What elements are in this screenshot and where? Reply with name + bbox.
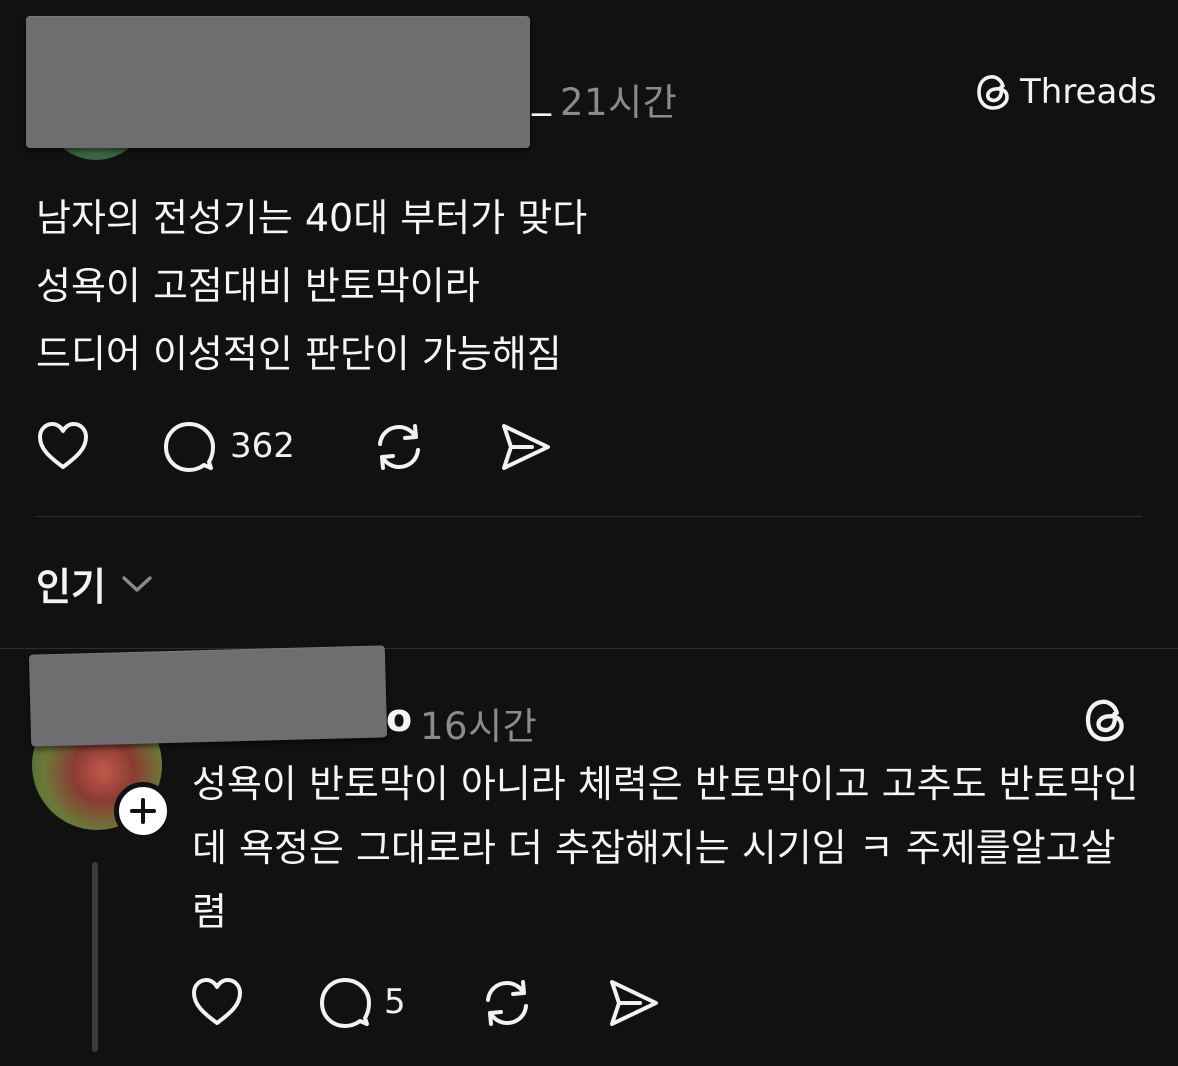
comment-button[interactable] <box>318 976 372 1030</box>
reply-count: 5 <box>384 982 406 1022</box>
comment-button[interactable] <box>162 420 216 474</box>
post-text-line: 성욕이 고점대비 반토막이라 <box>36 264 480 308</box>
post-text-line: 드디어 이성적인 판단이 가능해짐 <box>36 332 562 376</box>
comment-icon <box>320 978 371 1028</box>
sort-label: 인기 <box>36 565 106 609</box>
share-button[interactable] <box>606 976 660 1030</box>
redacted-reply-username-block <box>28 645 388 747</box>
reply-timestamp: 16시간 <box>420 705 538 748</box>
reply-text: 성욕이 반토막이 아니라 체력은 반토막이고 고추도 반토막인데 욕정은 그대로… <box>192 762 1139 934</box>
threads-brand-label: Threads <box>1020 72 1157 112</box>
repost-button[interactable] <box>480 976 534 1030</box>
reply-count: 362 <box>230 426 295 466</box>
comment-icon <box>164 422 215 472</box>
post-timestamp: 21시간 <box>560 81 678 124</box>
post-divider <box>36 516 1142 517</box>
post-text-line: 남자의 전성기는 40대 부터가 맞다 <box>36 196 588 240</box>
reply-username-fragment[interactable]: o <box>386 696 412 740</box>
repost-icon <box>378 424 420 470</box>
share-icon <box>502 424 550 470</box>
repost-icon <box>486 980 528 1026</box>
threads-link-button[interactable] <box>1084 696 1128 744</box>
follow-button[interactable] <box>114 782 172 840</box>
like-button[interactable] <box>190 976 244 1028</box>
heart-icon <box>192 978 242 1025</box>
post-username-fragment[interactable]: _ <box>532 72 551 116</box>
share-button[interactable] <box>498 420 552 474</box>
plus-icon <box>130 798 156 824</box>
threads-brand[interactable]: Threads <box>976 72 1157 112</box>
section-divider <box>0 648 1178 649</box>
sort-dropdown[interactable]: 인기 <box>36 556 154 611</box>
thread-connector-line <box>92 862 98 1052</box>
threads-logo-icon <box>976 72 1012 112</box>
heart-icon <box>38 422 88 469</box>
share-icon <box>610 980 658 1026</box>
like-button[interactable] <box>36 420 90 472</box>
repost-button[interactable] <box>372 420 426 474</box>
threads-logo-icon <box>1085 699 1124 742</box>
post-body: 남자의 전성기는 40대 부터가 맞다 성욕이 고점대비 반토막이라 드디어 이… <box>36 184 587 388</box>
redacted-username-block <box>26 16 530 148</box>
chevron-down-icon <box>120 573 154 595</box>
